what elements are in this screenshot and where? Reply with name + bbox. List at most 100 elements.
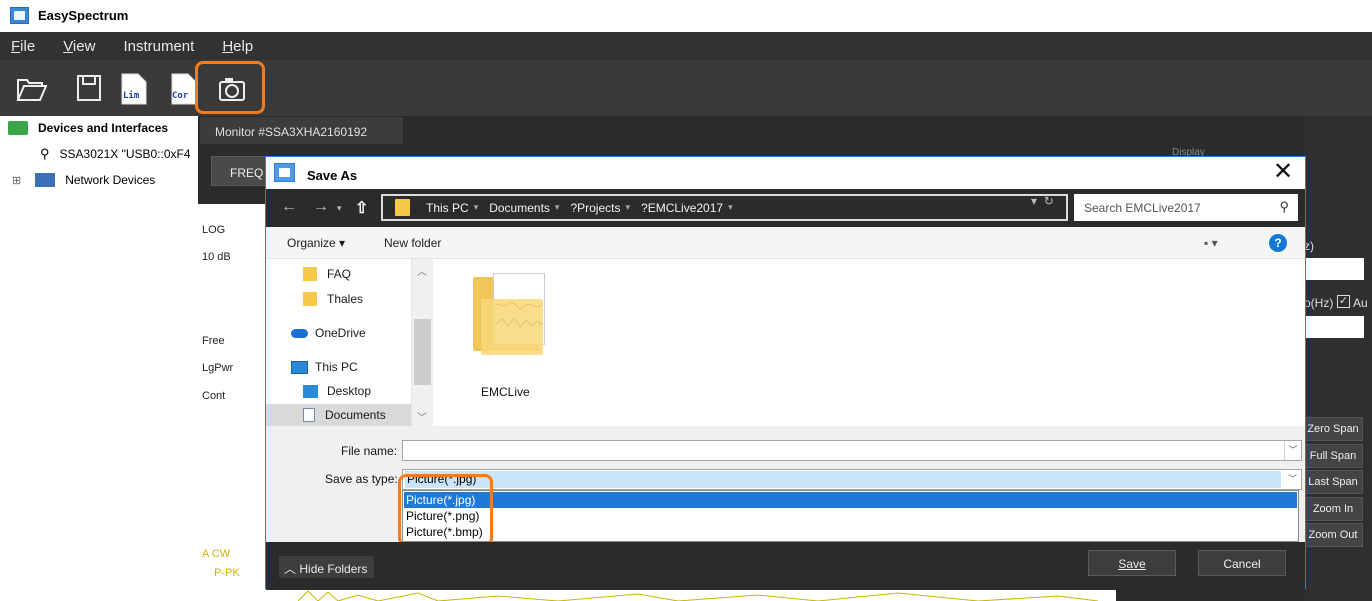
dialog-footer: ︿ Hide Folders Save Cancel (266, 542, 1305, 590)
app-icon (10, 7, 29, 24)
app-title: EasySpectrum (38, 8, 129, 23)
search-input[interactable]: Search EMCLive2017 ⚲ (1074, 194, 1298, 221)
rbw-input[interactable] (1304, 258, 1364, 280)
expand-icon[interactable]: ⊞ (12, 174, 21, 187)
new-folder-button[interactable]: New folder (384, 236, 441, 250)
scroll-thumb[interactable] (414, 319, 431, 385)
freq-button[interactable]: FREQ (211, 156, 271, 186)
chevron-down-icon[interactable]: ▾ (474, 202, 479, 213)
dialog-nav-bar: ← → ▾ ⇧ This PC ▾ Documents ▾ ?Projects ▾ ?… (266, 189, 1305, 227)
nav-item-desktop[interactable]: Desktop (266, 380, 411, 402)
help-icon[interactable]: ? (1269, 234, 1287, 252)
nav-item-label: Thales (327, 292, 364, 306)
nav-item-this-pc[interactable]: This PC (266, 356, 411, 378)
chevron-down-icon[interactable]: ▾ (625, 202, 630, 213)
search-placeholder: Search EMCLive2017 (1084, 200, 1201, 215)
dialog-icon (274, 163, 295, 182)
navigation-pane: FAQ Thales OneDrive This PC Desktop Docu… (266, 259, 433, 426)
file-name-input[interactable]: ﹀ (402, 440, 1302, 461)
zoom-in-button[interactable]: Zoom In (1303, 497, 1363, 521)
dialog-title: Save As (307, 168, 358, 183)
forward-arrow-icon[interactable]: → (313, 198, 329, 216)
trigger-mode: Free (202, 335, 225, 347)
cancel-button[interactable]: Cancel (1198, 550, 1286, 576)
save-type-label: Save as type: (325, 472, 398, 486)
auto-label: Au (1353, 296, 1368, 310)
usb-icon: ⚲ (40, 146, 50, 161)
nav-item-label: Documents (325, 408, 386, 422)
scroll-up-icon[interactable]: ︿ (417, 263, 427, 278)
address-bar[interactable]: This PC ▾ Documents ▾ ?Projects ▾ ?EMCLive2… (381, 194, 1068, 221)
chevron-down-icon[interactable]: ▾ (728, 202, 733, 213)
save-icon[interactable] (72, 70, 108, 108)
back-arrow-icon[interactable]: ← (281, 198, 297, 216)
scale-div: 10 dB (202, 251, 231, 263)
menu-view[interactable]: View (63, 38, 95, 55)
menu-bar: File View Instrument Help (0, 32, 1372, 60)
menu-instrument[interactable]: Instrument (123, 38, 194, 55)
nav-item-documents[interactable]: Documents (266, 404, 411, 426)
file-list-pane: EMCLive (433, 259, 1305, 426)
last-span-button[interactable]: Last Span (1303, 470, 1363, 494)
crumb-this-pc[interactable]: This PC (426, 201, 469, 215)
detector-mode: P-PK (214, 567, 240, 579)
desktop-icon (303, 384, 318, 398)
chevron-down-icon[interactable]: ﹀ (1284, 441, 1301, 460)
crumb-emclive2017[interactable]: ?EMCLive2017 (641, 201, 723, 215)
search-icon[interactable]: ⚲ (1279, 199, 1289, 215)
organize-button[interactable]: Organize ▾ (287, 236, 345, 250)
nav-item-faq[interactable]: FAQ (266, 263, 411, 285)
zero-span-button[interactable]: Zero Span (1303, 417, 1363, 441)
option-jpg[interactable]: Picture(*.jpg) (404, 492, 1297, 508)
recent-dropdown-icon[interactable]: ▾ (337, 203, 342, 214)
monitor-tab[interactable]: Monitor #SSA3XHA2160192 (200, 117, 403, 144)
tree-network[interactable]: ⊞ Network Devices (12, 173, 155, 187)
scale-type: LOG (202, 224, 226, 236)
menu-file[interactable]: File (11, 38, 35, 55)
tree-device[interactable]: ⚲ SSA3021X "USB0::0xF4 (40, 146, 191, 162)
tree-root[interactable]: Devices and Interfaces (8, 121, 168, 135)
save-type-value: Picture(*.jpg) (405, 471, 1281, 488)
menu-help[interactable]: Help (222, 38, 253, 55)
folder-icon (395, 199, 410, 216)
nav-item-label: FAQ (327, 267, 352, 281)
nav-scrollbar[interactable]: ︿ ﹀ (411, 259, 433, 426)
cloud-icon (291, 328, 308, 338)
refresh-icon[interactable]: ▾ ↻ (1031, 194, 1054, 208)
toolbar: Lim Cor (0, 60, 1372, 116)
computer-icon (291, 360, 308, 374)
dropdown-highlight (398, 474, 493, 546)
avg-type: LgPwr (202, 362, 234, 374)
crumb-documents[interactable]: Documents (489, 201, 550, 215)
auto-checkbox[interactable]: ✓ (1337, 295, 1350, 308)
up-arrow-icon[interactable]: ⇧ (355, 198, 368, 218)
save-type-select[interactable]: Picture(*.jpg) ﹀ (402, 469, 1302, 490)
hide-folders-label: Hide Folders (299, 562, 368, 576)
full-span-button[interactable]: Full Span (1303, 444, 1363, 468)
crumb-projects[interactable]: ?Projects (570, 201, 620, 215)
scroll-down-icon[interactable]: ﹀ (417, 409, 427, 424)
folder-emclive[interactable] (473, 273, 561, 363)
close-icon[interactable]: ✕ (1271, 159, 1295, 185)
nav-item-label: This PC (315, 360, 358, 374)
chevron-down-icon[interactable]: ▾ (555, 202, 560, 213)
lim-icon[interactable]: Lim (118, 70, 154, 108)
chevron-up-icon: ︿ (284, 562, 297, 576)
open-icon[interactable] (14, 70, 50, 108)
zoom-out-button[interactable]: Zoom Out (1303, 523, 1363, 547)
save-button[interactable]: Save (1088, 550, 1176, 576)
option-png[interactable]: Picture(*.png) (404, 508, 1297, 524)
hide-folders-button[interactable]: ︿ Hide Folders (279, 556, 374, 578)
tree-network-label: Network Devices (65, 173, 156, 187)
option-bmp[interactable]: Picture(*.bmp) (404, 524, 1297, 540)
tree-device-label: SSA3021X "USB0::0xF4 (59, 147, 191, 161)
camera-highlight (195, 61, 265, 114)
folder-name: EMCLive (481, 385, 530, 399)
nav-item-onedrive[interactable]: OneDrive (266, 322, 411, 344)
chevron-down-icon[interactable]: ﹀ (1284, 470, 1301, 489)
save-type-dropdown: Picture(*.jpg) Picture(*.png) Picture(*.… (402, 490, 1299, 542)
vbw-input[interactable] (1304, 316, 1364, 338)
view-menu-icon[interactable]: ▪ ▾ (1204, 236, 1218, 250)
file-name-label: File name: (341, 444, 398, 458)
nav-item-thales[interactable]: Thales (266, 288, 411, 310)
